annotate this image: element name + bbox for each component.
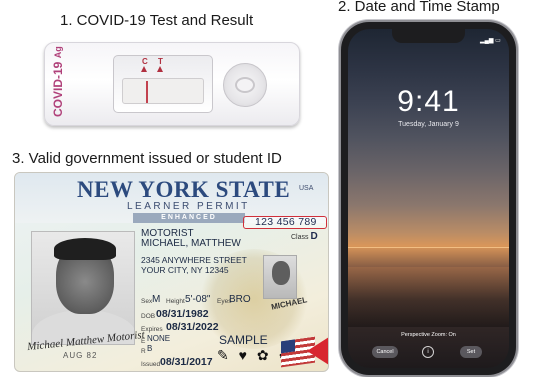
wallpaper-horizon <box>348 247 509 248</box>
test-cassette: COVID-19 Ag C T <box>44 42 300 126</box>
id-issued-label: Issued <box>141 361 161 368</box>
cassette-brand-line2: Ag <box>53 46 63 59</box>
sample-well-inner <box>235 77 255 93</box>
id-class-value: D <box>310 231 318 242</box>
phone: ▂▄▆ ▭ 9:41 Tuesday, January 9 Perspectiv… <box>341 22 516 375</box>
status-wifi-battery-icon: ▂▄▆ ▭ <box>480 38 501 44</box>
sample-well <box>223 63 267 107</box>
id-photo <box>31 231 135 345</box>
marker-c: C <box>142 57 148 66</box>
flag-canton <box>281 339 295 354</box>
lock-screen: ▂▄▆ ▭ 9:41 Tuesday, January 9 Perspectiv… <box>348 29 509 368</box>
id-ghost-photo <box>263 255 297 299</box>
id-e-value: NONE <box>147 334 171 343</box>
red-corner-icon <box>307 337 328 365</box>
lock-screen-date: Tuesday, January 9 <box>398 121 459 128</box>
cassette-brand: COVID-19 Ag <box>51 46 69 117</box>
photo-hair <box>54 238 116 260</box>
id-usa-label: USA <box>299 185 314 192</box>
id-number: 123 456 789 <box>255 216 317 228</box>
marker-t: T <box>158 57 163 66</box>
id-sex-value: M <box>152 294 161 305</box>
id-r-label: R <box>141 348 146 355</box>
phone-notch <box>392 29 465 43</box>
lock-screen-time: 9:41 <box>397 85 460 118</box>
marker-c-arrow-icon <box>141 66 147 72</box>
test-strip <box>122 78 204 104</box>
id-expires-value: 08/31/2022 <box>166 321 219 333</box>
id-class-label: Class <box>291 234 309 241</box>
id-dob-value: 08/31/1982 <box>156 308 209 320</box>
id-address-line1: 2345 ANYWHERE STREET <box>141 255 247 265</box>
wallpaper-shore <box>348 267 509 327</box>
result-window: C T <box>113 55 213 113</box>
id-name-line2: MICHAEL, MATTHEW <box>141 238 241 249</box>
set-button[interactable]: Set <box>460 346 482 358</box>
caption-test: 1. COVID-19 Test and Result <box>60 12 254 29</box>
id-card: NEW YORK STATE USA LEARNER PERMIT ENHANC… <box>14 172 329 372</box>
caption-id: 3. Valid government issued or student ID <box>12 150 282 167</box>
id-permit-type: LEARNER PERMIT <box>127 201 250 212</box>
control-line <box>146 81 148 103</box>
cancel-button[interactable]: Cancel <box>372 346 398 358</box>
id-address-line2: YOUR CITY, NY 12345 <box>141 265 229 275</box>
id-sample-mark: SAMPLE <box>219 333 268 347</box>
perspective-zoom-label: Perspective Zoom: On <box>401 332 456 338</box>
id-height-label: Height <box>166 298 185 305</box>
id-dob-label: DOB <box>141 313 156 320</box>
id-eyes-value: BRO <box>229 294 251 305</box>
caption-timestamp: 2. Date and Time Stamp <box>338 0 500 15</box>
id-class: Class D <box>291 231 318 242</box>
ghost-face <box>272 261 290 285</box>
id-sex-label: Sex <box>141 298 153 305</box>
id-height-value: 5'-08" <box>185 294 211 305</box>
id-state-title: NEW YORK STATE <box>77 177 291 202</box>
id-issued-value: 08/31/2017 <box>160 356 213 368</box>
id-enhanced-band: ENHANCED <box>133 213 245 223</box>
info-icon[interactable]: i <box>422 346 434 358</box>
cassette-brand-line1: COVID-19 <box>51 61 65 117</box>
id-aug-text: AUG 82 <box>63 351 98 360</box>
marker-t-arrow-icon <box>157 66 163 72</box>
id-r-value: B <box>147 344 153 353</box>
